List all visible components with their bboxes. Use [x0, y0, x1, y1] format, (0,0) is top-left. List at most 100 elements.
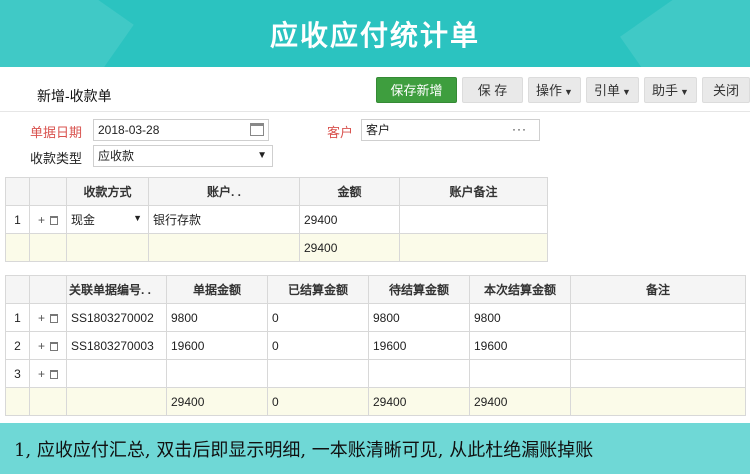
row-actions: + [29, 303, 67, 332]
type-select[interactable]: 应收款 ▼ [93, 145, 273, 167]
row-actions: + [29, 359, 67, 388]
more-icon[interactable]: ··· [512, 119, 527, 139]
customer-label: 客户 [327, 125, 354, 140]
doc-no-cell[interactable]: SS1803270003 [66, 331, 167, 360]
note-cell[interactable] [570, 303, 746, 332]
settled-cell[interactable]: 0 [267, 331, 369, 360]
delete-icon[interactable] [50, 313, 58, 323]
header-note: 备注 [570, 275, 746, 304]
header-account-note: 账户备注 [399, 177, 548, 206]
table-row[interactable]: 1 + SS1803270002 9800 0 9800 9800 [5, 303, 746, 332]
doc-amount-cell[interactable]: 9800 [166, 303, 268, 332]
pending-cell[interactable] [368, 359, 470, 388]
footer-caption: 1, 应收应付汇总, 双击后即显示明细, 一本账清晰可见, 从此杜绝漏账掉账 [0, 423, 750, 474]
total-cell [5, 233, 30, 262]
assistant-label: 助手 [652, 83, 679, 98]
pending-cell[interactable]: 9800 [368, 303, 470, 332]
row-actions: + [29, 331, 67, 360]
method-value: 现金 [71, 213, 96, 227]
total-cell [66, 233, 149, 262]
account-cell[interactable]: 银行存款 [148, 205, 300, 234]
method-cell[interactable]: 现金 ▼ [66, 205, 149, 234]
add-icon[interactable]: + [38, 339, 45, 353]
import-label: 引单 [594, 83, 621, 98]
settled-cell[interactable] [267, 359, 369, 388]
add-icon[interactable]: + [38, 367, 45, 381]
note-cell[interactable] [570, 331, 746, 360]
footer-text: 1, 应收应付汇总, 双击后即显示明细, 一本账清晰可见, 从此杜绝漏账掉账 [14, 440, 594, 461]
toolbar: 新增-收款单 保存新增 保 存 操作 ▼ 引单 ▼ 助手 ▼ 关闭 [0, 67, 750, 112]
amount-cell[interactable]: 29400 [299, 205, 400, 234]
header-doc-amount: 单据金额 [166, 275, 268, 304]
header-cell [29, 275, 67, 304]
operate-label: 操作 [536, 83, 563, 98]
total-cell [148, 233, 300, 262]
header-settled: 已结算金额 [267, 275, 369, 304]
save-button[interactable]: 保 存 [462, 77, 523, 103]
document-title: 新增-收款单 [37, 88, 112, 104]
doc-no-cell[interactable] [66, 359, 167, 388]
total-this-settle: 29400 [469, 387, 571, 416]
row-index: 3 [5, 359, 30, 388]
date-value: 2018-03-28 [98, 123, 160, 137]
chevron-down-icon: ▼ [133, 213, 142, 223]
table-header-row: 关联单据编号. . 单据金额 已结算金额 待结算金额 本次结算金额 备注 [5, 275, 746, 304]
header-cell [29, 177, 67, 206]
total-cell [570, 387, 746, 416]
payment-table: 收款方式 账户. . 金额 账户备注 1 + 现金 ▼ 银行存款 29400 29… [5, 177, 548, 262]
this-settle-cell[interactable]: 9800 [469, 303, 571, 332]
date-label: 单据日期 [30, 125, 83, 140]
doc-amount-cell[interactable]: 19600 [166, 331, 268, 360]
add-icon[interactable]: + [38, 213, 45, 227]
close-button[interactable]: 关闭 [702, 77, 750, 103]
total-row: 29400 [5, 233, 548, 262]
calendar-icon[interactable] [250, 123, 264, 136]
note-cell[interactable] [570, 359, 746, 388]
total-doc-amount: 29400 [166, 387, 268, 416]
customer-value: 客户 [366, 123, 391, 137]
row-index: 1 [5, 303, 30, 332]
total-settled: 0 [267, 387, 369, 416]
chevron-down-icon: ▼ [257, 150, 267, 161]
total-cell [66, 387, 167, 416]
doc-amount-cell[interactable] [166, 359, 268, 388]
this-settle-cell[interactable] [469, 359, 571, 388]
banner: 应收应付统计单 [0, 0, 750, 67]
doc-no-cell[interactable]: SS1803270002 [66, 303, 167, 332]
header-doc-no: 关联单据编号. . [66, 275, 167, 304]
delete-icon[interactable] [50, 369, 58, 379]
total-row: 29400 0 29400 29400 [5, 387, 746, 416]
table-row[interactable]: 1 + 现金 ▼ 银行存款 29400 [5, 205, 548, 234]
operate-menu-button[interactable]: 操作 ▼ [528, 77, 581, 103]
this-settle-cell[interactable]: 19600 [469, 331, 571, 360]
banner-title: 应收应付统计单 [269, 20, 480, 51]
header-method: 收款方式 [66, 177, 149, 206]
account-note-cell[interactable] [399, 205, 548, 234]
header-cell [5, 177, 30, 206]
settled-cell[interactable]: 0 [267, 303, 369, 332]
table-row[interactable]: 3 + [5, 359, 746, 388]
import-menu-button[interactable]: 引单 ▼ [586, 77, 639, 103]
pending-cell[interactable]: 19600 [368, 331, 470, 360]
total-pending: 29400 [368, 387, 470, 416]
header-pending: 待结算金额 [368, 275, 470, 304]
chevron-down-icon: ▼ [680, 87, 689, 97]
row-index: 2 [5, 331, 30, 360]
header-this-settle: 本次结算金额 [469, 275, 571, 304]
header-amount: 金额 [299, 177, 400, 206]
total-cell [29, 233, 67, 262]
type-label: 收款类型 [30, 151, 83, 166]
type-value: 应收款 [98, 149, 135, 163]
table-row[interactable]: 2 + SS1803270003 19600 0 19600 19600 [5, 331, 746, 360]
delete-icon[interactable] [50, 341, 58, 351]
add-icon[interactable]: + [38, 311, 45, 325]
customer-field[interactable]: 客户 ··· [361, 119, 540, 141]
delete-icon[interactable] [50, 215, 58, 225]
table-header-row: 收款方式 账户. . 金额 账户备注 [5, 177, 548, 206]
assistant-menu-button[interactable]: 助手 ▼ [644, 77, 697, 103]
date-field[interactable]: 2018-03-28 [93, 119, 269, 141]
save-new-button[interactable]: 保存新增 [376, 77, 457, 103]
total-amount: 29400 [299, 233, 400, 262]
total-cell [5, 387, 30, 416]
header-account: 账户. . [148, 177, 300, 206]
